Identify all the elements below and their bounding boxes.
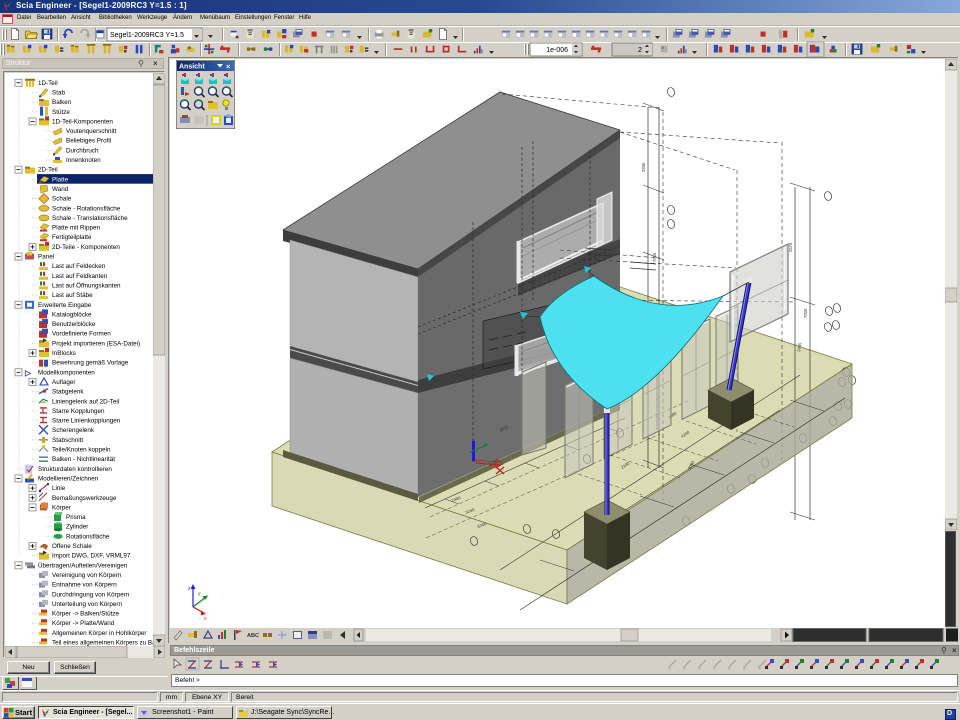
svg-text:Zylinder: Zylinder [66,524,88,531]
svg-text:Stabschnitt: Stabschnitt [52,437,83,444]
svg-text:Last auf Öffnungskanten: Last auf Öffnungskanten [52,281,121,289]
svg-text:Strukturdaten kontrollieren: Strukturdaten kontrollieren [38,466,112,473]
svg-text:Voutenquerschnitt: Voutenquerschnitt [66,128,117,135]
svg-text:Liniengelenk auf 2D-Teil: Liniengelenk auf 2D-Teil [52,398,119,405]
svg-text:Last auf Feldkanten: Last auf Feldkanten [52,273,108,280]
svg-text:Erweiterte Eingabe: Erweiterte Eingabe [38,302,92,309]
svg-text:Stabgelenk: Stabgelenk [52,389,84,396]
svg-text:Vereinigung von Körpern: Vereinigung von Körpern [52,572,122,579]
svg-text:Fertigteilplatte: Fertigteilplatte [52,234,92,241]
svg-text:z: z [188,586,191,592]
svg-text:Körper -> Platte/Wand: Körper -> Platte/Wand [52,620,115,627]
svg-text:x: x [204,616,207,622]
svg-text:Durchdringung von Körpern: Durchdringung von Körpern [52,591,130,598]
svg-text:Unterteilung von Körpern: Unterteilung von Körpern [52,601,123,608]
svg-text:Bemaßungswerkzeuge: Bemaßungswerkzeuge [52,495,117,502]
svg-text:Panel: Panel [38,254,54,261]
svg-text:Starre Kopplungen: Starre Kopplungen [52,408,105,415]
svg-text:Wand: Wand [52,186,69,193]
svg-text:Balken: Balken [52,99,72,106]
svg-text:Platte mit Rippen: Platte mit Rippen [52,225,100,232]
svg-text:2D-Teil: 2D-Teil [38,167,58,174]
svg-text:Modellkomponenten: Modellkomponenten [38,369,95,376]
svg-text:Scherengelenk: Scherengelenk [52,427,95,434]
svg-text:Körper: Körper [52,504,71,511]
svg-text:2570: 2570 [788,242,793,252]
svg-text:Rotationsfläche: Rotationsfläche [66,533,110,540]
svg-text:Segel1-2009RC3 Y=1.5: Segel1-2009RC3 Y=1.5 [110,32,184,39]
svg-text:Last auf Feldecken: Last auf Feldecken [52,263,106,270]
svg-text:y: y [198,591,201,597]
svg-text:Balken - Nichtlinearität: Balken - Nichtlinearität [52,456,115,463]
svg-text:Starre Linienkopplungen: Starre Linienkopplungen [52,418,121,425]
svg-text:Vordefinierte Formen: Vordefinierte Formen [52,331,111,338]
svg-text:Übertragen/Aufteilen/Vereinige: Übertragen/Aufteilen/Vereinigen [38,561,128,569]
svg-text:Last auf Stäbe: Last auf Stäbe [52,292,93,299]
svg-text:Bewehrung gemäß Vorlage: Bewehrung gemäß Vorlage [52,360,129,367]
svg-text:Stütze: Stütze [52,109,70,116]
svg-text:2D-Teile - Komponenten: 2D-Teile - Komponenten [52,244,120,251]
svg-text:▷: ▷ [24,368,32,377]
svg-text:Auflager: Auflager [52,379,75,386]
svg-text:Linie: Linie [52,485,66,492]
svg-text:1e-006: 1e-006 [546,47,568,54]
svg-text:1D-Teil: 1D-Teil [38,80,58,87]
svg-text:Offene Schale: Offene Schale [52,543,92,550]
svg-text:Allgemeinen Körper in Hohlkörp: Allgemeinen Körper in Hohlkörper [52,630,147,637]
svg-text:Durchbruch: Durchbruch [66,147,99,154]
svg-text:Modellieren/Zeichnen: Modellieren/Zeichnen [38,475,99,482]
svg-text:Projekt importieren (ESA-Datei: Projekt importieren (ESA-Datei) [52,340,140,347]
svg-text:2935: 2935 [641,162,646,172]
svg-text:Schale: Schale [52,196,72,203]
svg-text:Innenknoten: Innenknoten [66,157,101,164]
svg-text:Beliebiges Profil: Beliebiges Profil [66,138,111,145]
svg-text:Entnahme von Körpern: Entnahme von Körpern [52,582,117,589]
svg-text:InBlocks: InBlocks [52,350,76,357]
svg-text:2: 2 [638,47,642,54]
svg-text:Platte: Platte [52,176,69,183]
svg-text:Schale - Rotationsfläche: Schale - Rotationsfläche [52,205,121,212]
svg-text:Import DWG, DXF, VRML97: Import DWG, DXF, VRML97 [52,553,131,560]
svg-text:Teile/Knoten koppeln: Teile/Knoten koppeln [52,447,111,454]
svg-text:Benutzerblöcke: Benutzerblöcke [52,321,96,328]
svg-text:Stab: Stab [52,89,65,96]
svg-text:Ansicht: Ansicht [179,64,205,71]
svg-text:7000: 7000 [652,252,657,262]
svg-text:ABC: ABC [247,633,259,639]
svg-text:Körper -> Balken/Stütze: Körper -> Balken/Stütze [52,611,120,618]
svg-text:Prisma: Prisma [66,514,86,521]
svg-text:×: × [226,62,231,71]
svg-text:Katalogblöcke: Katalogblöcke [52,311,92,318]
svg-text:7000: 7000 [803,308,808,318]
svg-text:Schale - Translationsfläche: Schale - Translationsfläche [52,215,128,222]
svg-text:1D-Teil-Komponenten: 1D-Teil-Komponenten [52,118,113,125]
